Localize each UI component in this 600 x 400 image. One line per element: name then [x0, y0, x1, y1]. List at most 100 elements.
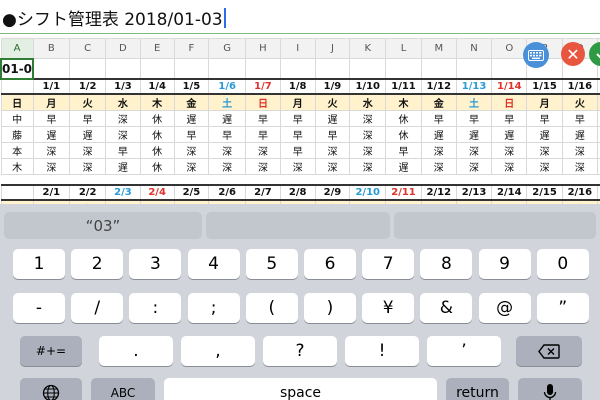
date-cell[interactable]: 1/8: [279, 77, 316, 95]
date-cell[interactable]: 1/14: [491, 77, 528, 95]
weekday-cell[interactable]: 日: [491, 93, 528, 111]
key-digit[interactable]: 4: [187, 249, 240, 279]
shift-cell[interactable]: 深: [526, 157, 563, 175]
weekday-cell[interactable]: 月: [32, 93, 70, 111]
weekday-cell[interactable]: 月: [279, 93, 316, 111]
column-header-A[interactable]: A: [0, 38, 34, 59]
weekday-cell[interactable]: 木: [385, 93, 422, 111]
suggestion-1[interactable]: “03”: [4, 212, 202, 239]
empty-cell[interactable]: [314, 58, 351, 79]
weekday-cell[interactable]: 水: [105, 93, 141, 111]
shift-cell[interactable]: 早: [279, 125, 316, 143]
date-cell[interactable]: 2/16: [561, 184, 598, 201]
empty-cell[interactable]: [140, 174, 175, 185]
key-digit[interactable]: 0: [536, 249, 589, 279]
suggestion-3[interactable]: [394, 212, 596, 239]
weekday-cell[interactable]: 日: [245, 93, 281, 111]
shift-cell[interactable]: 深: [245, 141, 281, 159]
shift-cell[interactable]: 早: [561, 109, 598, 127]
date-cell[interactable]: 2/12: [420, 184, 457, 201]
empty-cell[interactable]: [491, 174, 527, 185]
key-digit[interactable]: 2: [71, 249, 124, 279]
date-cell[interactable]: 2/13: [455, 184, 493, 201]
shift-cell[interactable]: 深: [349, 141, 387, 159]
shift-cell[interactable]: 深: [420, 157, 457, 175]
empty-cell[interactable]: [491, 58, 528, 79]
key-digit[interactable]: 8: [420, 249, 473, 279]
key-digit[interactable]: 9: [478, 249, 531, 279]
column-header-N[interactable]: N: [455, 38, 493, 59]
date-cell[interactable]: 2/10: [349, 184, 387, 201]
shift-cell[interactable]: 休: [385, 125, 422, 143]
empty-cell[interactable]: [349, 58, 387, 79]
shift-cell[interactable]: 早: [245, 109, 281, 127]
empty-cell[interactable]: [280, 174, 316, 185]
key-digit[interactable]: 1: [13, 249, 65, 279]
date-cell[interactable]: 1/12: [420, 77, 457, 95]
date-cell[interactable]: 2/14: [491, 184, 528, 201]
shift-cell[interactable]: 深: [173, 141, 209, 159]
shift-cell[interactable]: 深: [32, 141, 70, 159]
globe-key[interactable]: [20, 378, 82, 400]
shift-cell[interactable]: 深: [561, 157, 598, 175]
shift-cell[interactable]: 早: [207, 125, 247, 143]
key-symbol[interactable]: ): [304, 293, 356, 323]
shift-cell[interactable]: 深: [207, 157, 247, 175]
column-header-C[interactable]: C: [68, 38, 107, 59]
delete-key[interactable]: [516, 336, 582, 366]
shift-cell[interactable]: 早: [491, 109, 528, 127]
staff-name-cell[interactable]: 中: [0, 109, 34, 127]
shift-cell[interactable]: 深: [68, 157, 107, 175]
empty-cell[interactable]: [245, 174, 281, 185]
staff-name-cell[interactable]: 藤: [0, 125, 34, 143]
shift-cell[interactable]: 早: [279, 141, 316, 159]
shift-cell[interactable]: 遅: [526, 125, 563, 143]
empty-cell[interactable]: [207, 58, 247, 79]
date-cell[interactable]: 1/11: [385, 77, 422, 95]
empty-cell[interactable]: [33, 174, 70, 185]
weekday-cell[interactable]: 土: [207, 93, 247, 111]
shift-cell[interactable]: 早: [526, 109, 563, 127]
column-header-G[interactable]: G: [207, 38, 247, 59]
date-cell[interactable]: [0, 77, 34, 95]
shift-cell[interactable]: 深: [349, 125, 387, 143]
selected-cell-a2[interactable]: 01-03: [0, 57, 35, 80]
key-punctuation[interactable]: ?: [263, 336, 337, 366]
shift-cell[interactable]: 休: [385, 109, 422, 127]
date-cell[interactable]: 2/8: [279, 184, 316, 201]
key-digit[interactable]: 3: [129, 249, 182, 279]
column-header-E[interactable]: E: [139, 38, 175, 59]
empty-cell[interactable]: [562, 174, 598, 185]
empty-cell[interactable]: [69, 174, 106, 185]
shift-cell[interactable]: 深: [314, 157, 351, 175]
weekday-cell[interactable]: 火: [68, 93, 107, 111]
empty-cell[interactable]: [173, 58, 209, 79]
weekday-cell[interactable]: 土: [455, 93, 493, 111]
empty-cell[interactable]: [420, 58, 457, 79]
key-punctuation[interactable]: ,: [181, 336, 255, 366]
empty-cell[interactable]: [315, 174, 350, 185]
empty-cell[interactable]: [105, 58, 141, 79]
key-digit[interactable]: 7: [362, 249, 415, 279]
shift-cell[interactable]: 深: [349, 109, 387, 127]
key-digit[interactable]: 6: [304, 249, 356, 279]
shift-cell[interactable]: 深: [173, 157, 209, 175]
shift-cell[interactable]: 遅: [491, 125, 528, 143]
date-cell[interactable]: 1/5: [173, 77, 209, 95]
shift-cell[interactable]: 遅: [32, 125, 70, 143]
empty-cell[interactable]: [455, 58, 493, 79]
empty-cell[interactable]: [208, 174, 246, 185]
column-header-F[interactable]: F: [173, 38, 209, 59]
shift-cell[interactable]: 遅: [420, 125, 457, 143]
shift-cell[interactable]: 遅: [561, 125, 598, 143]
column-header-D[interactable]: D: [105, 38, 141, 59]
shift-cell[interactable]: 深: [349, 157, 387, 175]
shift-cell[interactable]: 早: [385, 141, 422, 159]
key-symbol[interactable]: -: [13, 293, 65, 323]
shift-cell[interactable]: 早: [420, 109, 457, 127]
date-cell[interactable]: 1/10: [349, 77, 387, 95]
date-cell[interactable]: 2/4: [139, 184, 175, 201]
shift-cell[interactable]: 深: [105, 125, 141, 143]
empty-cell[interactable]: [279, 58, 316, 79]
empty-cell[interactable]: [456, 174, 492, 185]
